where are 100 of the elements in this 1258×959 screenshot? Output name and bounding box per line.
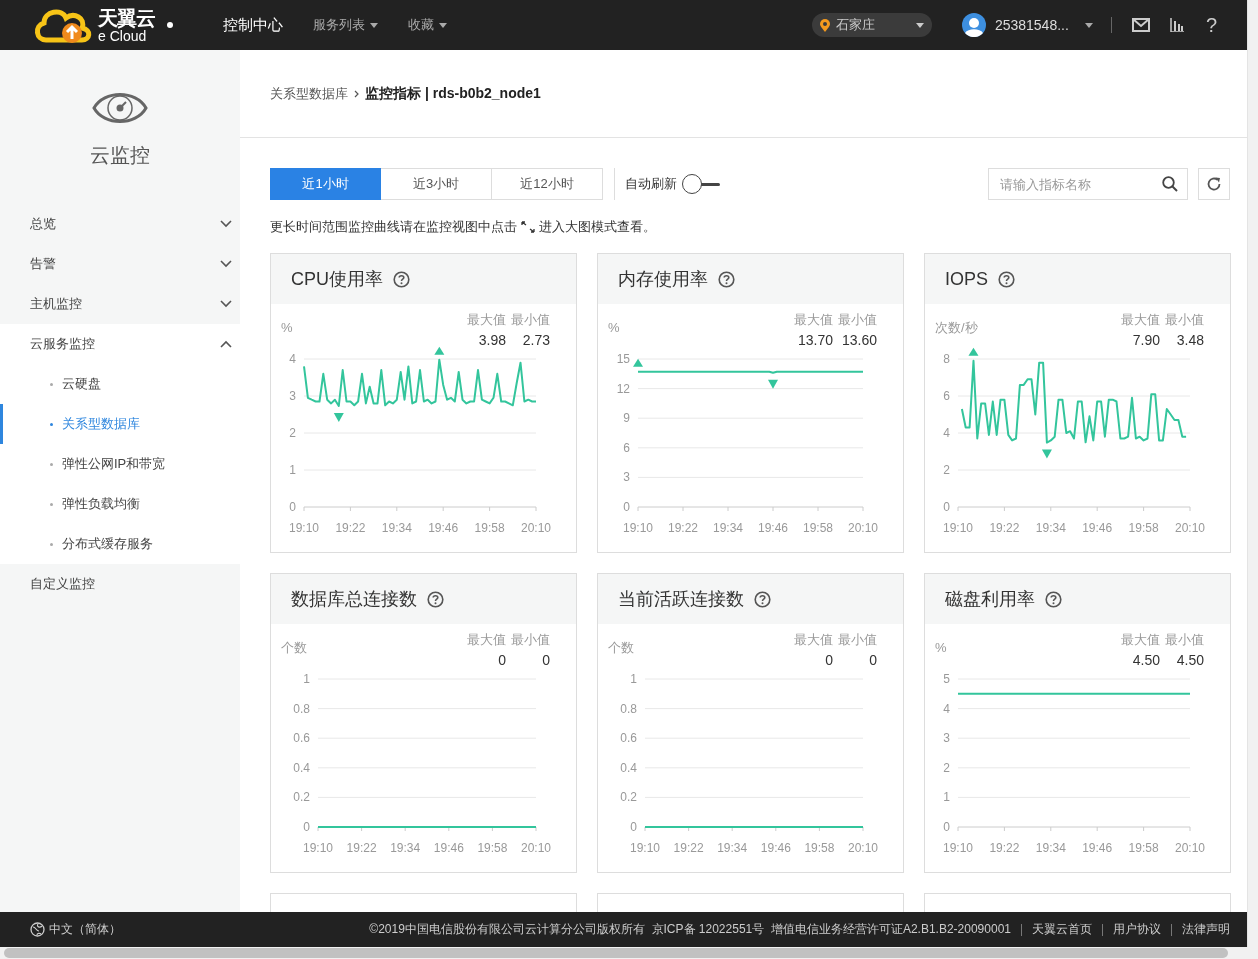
card-title: CPU使用率 [291,268,383,291]
unit-label: % [935,641,947,655]
axis-tick-label: 2 [943,463,950,477]
card-title: 磁盘利用率 [945,588,1035,611]
stat-value: 0 [497,652,506,668]
axis-tick-label: 0.2 [620,790,637,805]
hint-text: 进入大图模式查看。 [539,218,656,236]
nav-item[interactable]: 控制中心 [223,15,283,35]
axis-tick-label: 19:22 [673,841,704,855]
card-title: 数据库总连接数 [291,588,417,611]
axis-tick-label: 4 [289,352,296,366]
axis-tick-label: 4 [943,426,950,440]
axis-tick-label: 20:10 [521,521,551,535]
footer-link[interactable]: 用户协议 [1113,921,1161,938]
sidebar-item[interactable]: 总览 [0,204,240,244]
axis-tick-label: 3 [289,389,296,403]
axis-tick-label: 19:58 [477,841,508,855]
stat-label: 最大值 [467,311,506,329]
nav-item[interactable]: 收藏 [408,16,447,34]
axis-tick-label: 19:22 [335,521,366,535]
axis-tick-label: 2 [943,760,950,775]
sidebar-subitem[interactable]: 弹性公网IP和带宽 [0,444,240,484]
axis-tick-label: 19:34 [1035,841,1066,855]
axis-tick-label: 19:10 [943,841,973,855]
sidebar-item[interactable]: 主机监控 [0,284,240,324]
stat-value: 4.50 [1131,652,1160,668]
stat-label: 最大值 [794,311,833,329]
time-range-tab[interactable]: 近1小时 [270,168,381,200]
breadcrumb-link[interactable]: 关系型数据库 [270,84,348,103]
search-field[interactable]: 请输入指标名称 [988,168,1188,200]
breadcrumb-current: 监控指标 | rds-b0b2_node1 [365,84,541,103]
card-title: 内存使用率 [618,268,708,291]
axis-tick-label: 15 [616,352,630,366]
axis-tick-label: 19:34 [717,841,748,855]
axis-tick-label: 4 [943,701,950,716]
axis-tick-label: 19:22 [346,841,377,855]
axis-tick-label: 20:10 [848,841,878,855]
axis-tick-label: 20:10 [521,841,551,855]
stat-label: 最大值 [794,631,833,649]
sidebar-item[interactable]: 告警 [0,244,240,284]
axis-tick-label: 1 [303,672,310,686]
sidebar-subitem[interactable]: 云硬盘 [0,364,240,404]
sidebar-item[interactable]: 自定义监控 [0,564,240,604]
user-menu[interactable]: 25381548... [961,13,1093,37]
nav-item[interactable]: 服务列表 [313,16,378,34]
stat-value: 7.90 [1131,332,1160,348]
help-button[interactable]: ? [1205,13,1217,37]
axis-tick-label: 19:10 [943,521,973,535]
axis-tick-label: 19:34 [1035,521,1066,535]
axis-tick-label: 0 [630,820,637,834]
stat-label: 最大值 [1121,311,1160,329]
axis-tick-label: 19:46 [1082,841,1113,855]
axis-tick-label: 0.8 [620,701,637,716]
sidebar-subitem[interactable]: 弹性负载均衡 [0,484,240,524]
footer-link[interactable]: 法律声明 [1182,921,1230,938]
axis-tick-label: 19:10 [630,841,660,855]
axis-tick-label: 3 [623,470,630,485]
axis-tick-label: 0 [943,500,950,514]
axis-tick-label: 1 [943,790,950,805]
stat-label: 最小值 [838,631,877,649]
unit-label: % [281,321,293,335]
axis-tick-label: 0 [943,820,950,834]
card-title: 当前活跃连接数 [618,588,744,611]
stat-label: 最大值 [467,631,506,649]
sidebar-subitem[interactable]: 分布式缓存服务 [0,524,240,564]
stat-label: 最小值 [511,311,550,329]
unit-label: 个数 [281,641,307,655]
axis-tick-label: 0.4 [620,760,637,775]
axis-tick-label: 0 [289,500,296,514]
stat-value: 0 [541,652,550,668]
sidebar-item[interactable]: 云服务监控 [0,324,240,364]
axis-tick-label: 20:10 [1175,521,1205,535]
axis-tick-label: 19:46 [433,841,464,855]
axis-tick-label: 0.6 [293,731,310,746]
time-range-tab[interactable]: 近12小时 [492,168,603,200]
stat-label: 最小值 [838,311,877,329]
stat-value: 3.98 [477,332,506,348]
footer-link[interactable]: 天翼云首页 [1032,921,1092,938]
stat-value: 13.70 [796,332,833,348]
region-selector[interactable]: 石家庄 [811,13,932,37]
stat-label: 最小值 [1165,311,1204,329]
axis-tick-label: 8 [943,352,950,366]
axis-tick-label: 19:46 [1082,521,1113,535]
axis-tick-label: 5 [943,672,950,686]
axis-tick-label: 1 [289,463,296,477]
stat-value: 13.60 [840,332,877,348]
axis-tick-label: 19:34 [713,521,743,535]
copyright-text: ©2019中国电信股份有限公司云计算分公司版权所有 京ICP备 12022551号 增值电信业务经营许可证A2.B1.B2-20090001 [369,921,1011,938]
stat-value: 0 [824,652,833,668]
axis-tick-label: 1 [630,672,637,686]
unit-label: 次数/秒 [935,321,978,335]
axis-tick-label: 0.4 [293,760,310,775]
logo-text[interactable]: 天翼云 [98,7,155,28]
axis-tick-label: 19:46 [758,521,788,535]
axis-tick-label: 12 [616,381,630,396]
language-selector[interactable]: 中文（简体） [49,921,121,938]
axis-tick-label: 19:34 [381,521,412,535]
time-range-tab[interactable]: 近3小时 [381,168,492,200]
axis-tick-label: 0 [303,820,310,834]
card-title: IOPS [945,268,988,290]
